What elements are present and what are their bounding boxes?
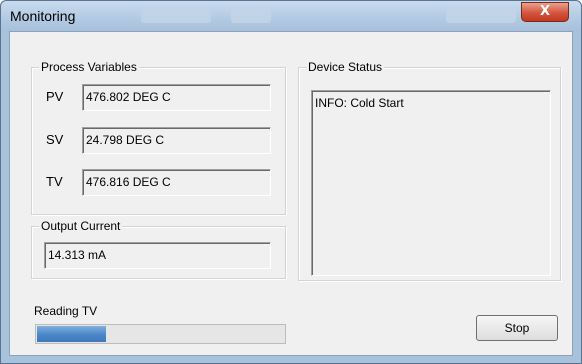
pv-label: PV [46,89,64,104]
device-status-group: Device Status INFO: Cold Start [298,60,561,281]
device-status-textbox: INFO: Cold Start [311,90,551,276]
process-variables-label: Process Variables [39,60,139,74]
dialog-client-area: Process Variables PV 476.802 DEG C SV 24… [9,31,573,356]
window-title: Monitoring [10,8,76,24]
tv-value-field: 476.816 DEG C [82,169,271,196]
title-bar[interactable]: Monitoring X [1,1,581,31]
stop-button[interactable]: Stop [476,315,558,341]
sv-label: SV [46,132,64,147]
output-current-label: Output Current [39,219,123,233]
monitoring-window: Monitoring X Process Variables PV 476.80… [0,0,582,364]
output-current-group: Output Current 14.313 mA [31,219,286,279]
process-variables-group: Process Variables PV 476.802 DEG C SV 24… [31,60,286,215]
background-window-blur [141,9,211,23]
progress-bar [35,324,286,344]
close-icon: X [539,4,551,19]
device-status-label: Device Status [306,60,385,74]
sv-value-field: 24.798 DEG C [82,127,271,154]
device-status-text: INFO: Cold Start [315,96,404,110]
close-button[interactable]: X [521,2,569,22]
tv-label: TV [46,174,63,189]
progress-fill [37,326,106,342]
pv-value-field: 476.802 DEG C [82,84,271,111]
background-window-blur [446,9,516,23]
output-current-field: 14.313 mA [44,242,271,269]
background-window-blur [231,9,271,23]
progress-label: Reading TV [34,304,98,318]
